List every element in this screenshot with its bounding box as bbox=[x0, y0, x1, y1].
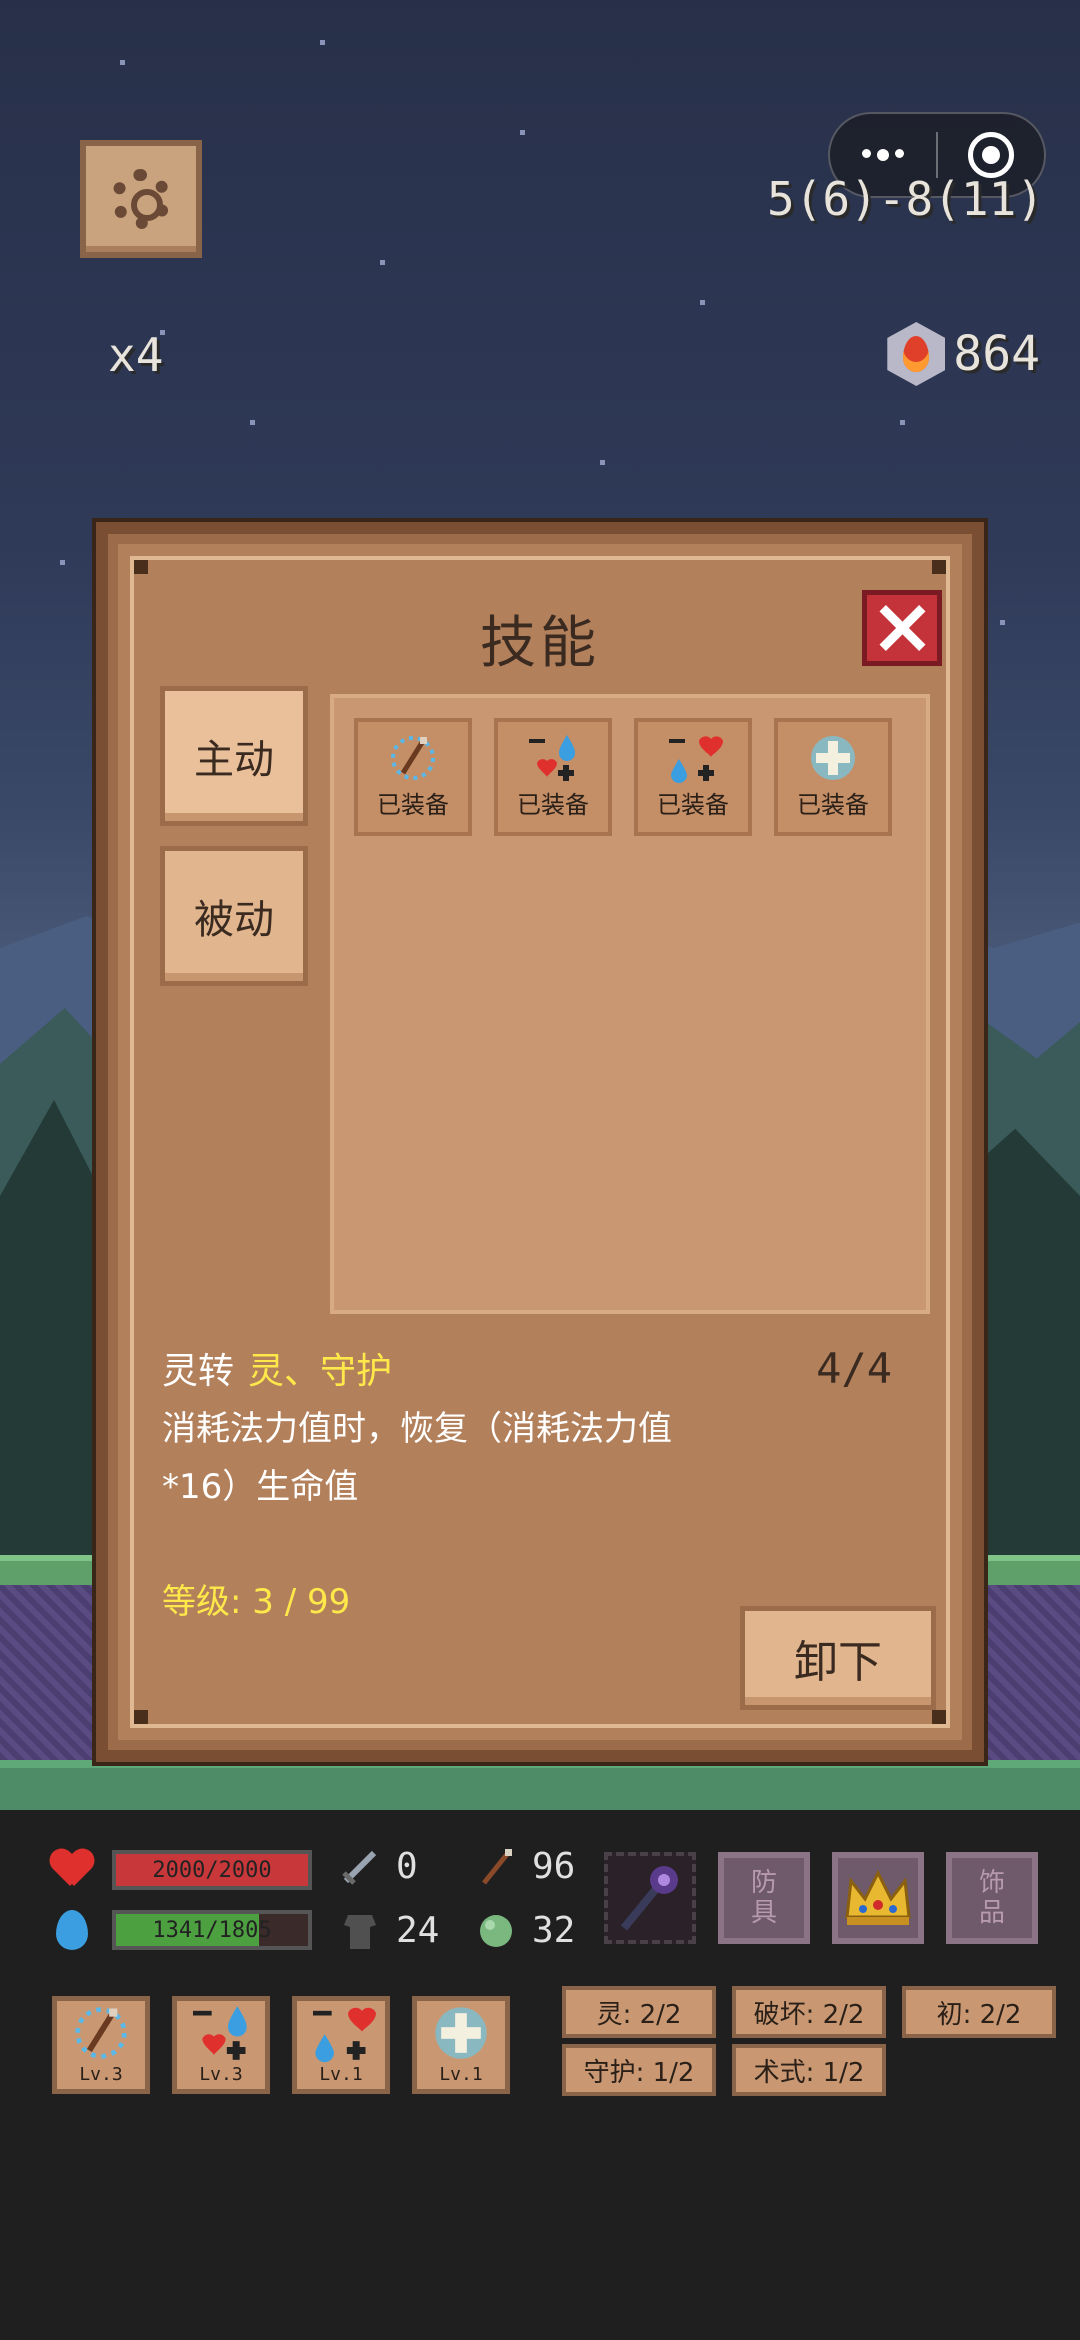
hp-row: 2000/2000 bbox=[50, 1850, 312, 1890]
resist-stat: 32 bbox=[476, 1910, 575, 1951]
unequip-button[interactable]: 卸下 bbox=[740, 1606, 936, 1710]
heart-icon bbox=[50, 1850, 94, 1890]
weapon-slot[interactable] bbox=[604, 1852, 696, 1944]
skill-level-badge: Lv.1 bbox=[439, 2064, 483, 2085]
skill-slot[interactable]: 已装备 bbox=[494, 718, 612, 836]
skill-tags: 灵、守护 bbox=[248, 1351, 393, 1392]
mp-row: 1341/1805 bbox=[50, 1910, 312, 1950]
skillbar-slot[interactable]: Lv.1 bbox=[292, 1996, 390, 2094]
slot-label: 已装备 bbox=[657, 791, 729, 819]
equipped-count: 4/4 bbox=[816, 1344, 892, 1393]
lower-grass bbox=[0, 1760, 1080, 1810]
tab-passive-skills[interactable]: 被动 bbox=[160, 846, 308, 986]
skillbar-slot[interactable]: Lv.1 bbox=[412, 1996, 510, 2094]
health-to-mana-icon bbox=[313, 2007, 376, 2063]
synergy-tag[interactable]: 灵: 2/2 bbox=[562, 1986, 716, 2038]
gear-icon bbox=[111, 169, 171, 229]
attack-value: 0 bbox=[396, 1846, 418, 1887]
description-line: *16）生命值 bbox=[162, 1467, 359, 1507]
panel-corner bbox=[134, 560, 148, 574]
staff-sparkle-icon bbox=[75, 2007, 127, 2059]
skillbar-slot[interactable]: Lv.3 bbox=[52, 1996, 150, 2094]
orb-icon bbox=[476, 1911, 516, 1951]
armor-slot[interactable]: 防 具 bbox=[718, 1852, 810, 1944]
panel-corner bbox=[134, 1710, 148, 1724]
holy-cross-icon bbox=[803, 733, 863, 783]
panel-title: 技能 bbox=[480, 611, 600, 676]
synergy-tag[interactable]: 术式: 1/2 bbox=[732, 2044, 886, 2096]
magic-stat: 96 bbox=[476, 1846, 575, 1887]
skill-grid: 已装备 已装备 已装备 已装备 bbox=[330, 694, 930, 1314]
description-line: 消耗法力值时，恢复（消耗法力值 bbox=[162, 1409, 672, 1449]
staff-weapon-icon bbox=[620, 1866, 678, 1931]
mp-bar: 1341/1805 bbox=[112, 1910, 312, 1950]
armor-slot-label: 防 具 bbox=[750, 1868, 777, 1928]
currency-counter: 864 bbox=[887, 322, 1040, 386]
skillbar-slot[interactable]: Lv.3 bbox=[172, 1996, 270, 2094]
attack-stat: 0 bbox=[340, 1846, 418, 1887]
resist-value: 32 bbox=[532, 1910, 576, 1951]
mana-drop-icon bbox=[56, 1910, 88, 1950]
staff-sparkle-icon bbox=[383, 733, 443, 783]
skill-description: 消耗法力值时，恢复（消耗法力值 *16）生命值 bbox=[162, 1400, 782, 1516]
skill-level-badge: Lv.3 bbox=[199, 2064, 243, 2085]
skill-slot[interactable]: 已装备 bbox=[634, 718, 752, 836]
holy-cross-icon bbox=[435, 2007, 487, 2059]
mana-to-health-icon bbox=[193, 2006, 247, 2060]
crown-slot[interactable] bbox=[832, 1852, 924, 1944]
sword-icon bbox=[340, 1847, 380, 1887]
defense-stat: 24 bbox=[340, 1910, 439, 1951]
skill-slot[interactable]: 已装备 bbox=[354, 718, 472, 836]
crown-icon bbox=[845, 1869, 911, 1925]
settings-button[interactable] bbox=[80, 140, 202, 258]
currency-value: 864 bbox=[953, 326, 1040, 382]
skill-level: 等级: 3 / 99 bbox=[162, 1582, 351, 1622]
skill-level-badge: Lv.3 bbox=[79, 2064, 123, 2085]
close-button[interactable] bbox=[862, 590, 942, 666]
skill-panel: 技能 主动 被动 已装备 已装备 已装备 已装备 灵转 灵、守护 4/4 消耗法… bbox=[96, 522, 984, 1762]
hp-text: 2000/2000 bbox=[152, 1858, 272, 1883]
close-icon bbox=[878, 604, 926, 652]
skill-name-line: 灵转 灵、守护 bbox=[162, 1342, 392, 1394]
synergy-tag[interactable]: 破坏: 2/2 bbox=[732, 1986, 886, 2038]
accessory-slot[interactable]: 饰 品 bbox=[946, 1852, 1038, 1944]
slot-label: 已装备 bbox=[377, 791, 449, 819]
fire-gem-icon bbox=[887, 322, 946, 386]
panel-corner bbox=[932, 1710, 946, 1724]
magic-value: 96 bbox=[532, 1846, 576, 1887]
slot-label: 已装备 bbox=[797, 791, 869, 819]
skill-level-badge: Lv.1 bbox=[319, 2064, 363, 2085]
hp-bar: 2000/2000 bbox=[112, 1850, 312, 1890]
synergy-tag[interactable]: 守护: 1/2 bbox=[562, 2044, 716, 2096]
tab-active-skills[interactable]: 主动 bbox=[160, 686, 308, 826]
wand-icon bbox=[476, 1847, 516, 1887]
mana-to-health-icon bbox=[523, 733, 583, 783]
mp-text: 1341/1805 bbox=[152, 1918, 272, 1943]
speed-multiplier[interactable]: x4 bbox=[108, 328, 163, 382]
more-dots-icon[interactable] bbox=[830, 149, 936, 161]
slot-label: 已装备 bbox=[517, 791, 589, 819]
panel-corner bbox=[932, 560, 946, 574]
defense-value: 24 bbox=[396, 1910, 440, 1951]
accessory-slot-label: 饰 品 bbox=[978, 1868, 1005, 1928]
health-to-mana-icon bbox=[663, 733, 723, 783]
skill-name: 灵转 bbox=[162, 1351, 235, 1392]
synergy-tag[interactable]: 初: 2/2 bbox=[902, 1986, 1056, 2038]
armor-icon bbox=[340, 1911, 380, 1951]
stage-label: 5(6)-8(11) bbox=[767, 172, 1044, 226]
skill-slot[interactable]: 已装备 bbox=[774, 718, 892, 836]
